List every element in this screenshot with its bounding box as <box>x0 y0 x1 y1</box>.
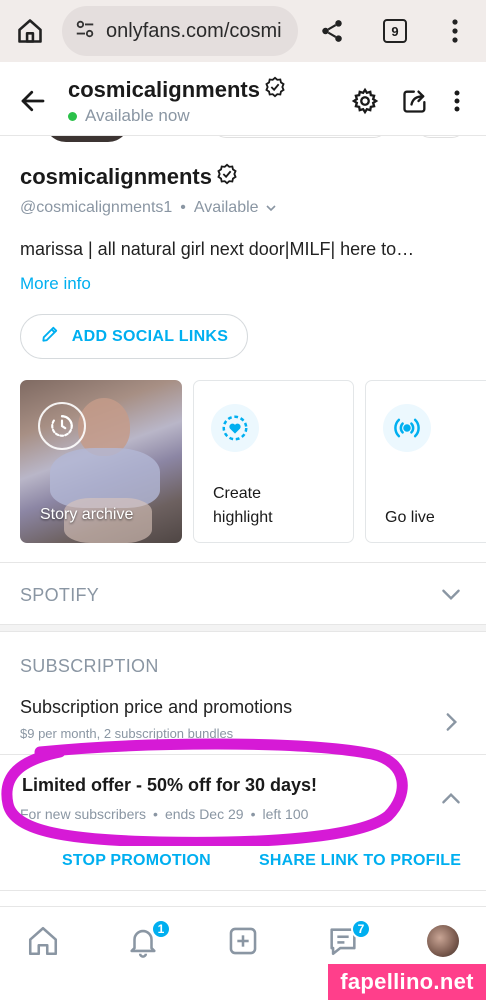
online-status: Available now <box>68 106 190 126</box>
profile-handle-row: @cosmicalignments1 • Available <box>20 199 277 217</box>
availability-label[interactable]: Available <box>194 199 259 217</box>
broadcast-icon <box>383 404 431 452</box>
notifications-badge: 1 <box>151 919 171 939</box>
subscription-section-title: SUBSCRIPTION <box>20 656 159 676</box>
profile-handle: @cosmicalignments1 <box>20 199 173 216</box>
offer-title[interactable]: Limited offer - 50% off for 30 days! <box>22 775 317 796</box>
home-icon[interactable] <box>26 924 60 958</box>
nav-home[interactable] <box>25 923 61 959</box>
home-icon[interactable] <box>12 13 48 49</box>
nav-notifications[interactable]: 1 <box>125 919 171 959</box>
spotify-section-title[interactable]: SPOTIFY <box>20 585 99 606</box>
separator-dot: • <box>250 806 256 822</box>
section-divider <box>0 624 486 632</box>
profile-header: cosmicalignments Available now <box>0 66 486 136</box>
go-live-label[interactable]: Go live <box>385 505 435 530</box>
avatar[interactable] <box>427 925 459 957</box>
plus-square-icon[interactable] <box>226 924 260 958</box>
more-options-icon[interactable] <box>440 84 474 118</box>
verified-icon <box>216 163 238 191</box>
more-info-link[interactable]: More info <box>20 274 91 294</box>
profile-bio: marissa | all natural girl next door|MIL… <box>20 239 415 259</box>
divider <box>0 890 486 891</box>
tab-count[interactable]: 9 <box>383 19 407 43</box>
create-highlight-card[interactable]: Create highlight <box>193 380 354 543</box>
subscription-price-subtitle: $9 per month, 2 subscription bundles <box>20 726 234 741</box>
add-social-links-label[interactable]: ADD SOCIAL LINKS <box>72 328 229 346</box>
story-archive-label[interactable]: Story archive <box>40 506 133 524</box>
online-dot <box>68 111 77 121</box>
heart-ring-icon <box>211 404 259 452</box>
menu-dots-icon[interactable] <box>437 13 473 49</box>
share-icon[interactable] <box>314 13 350 49</box>
add-social-links-button[interactable]: ADD SOCIAL LINKS <box>20 314 248 359</box>
chevron-down-icon[interactable] <box>265 202 277 214</box>
offer-audience: For new subscribers <box>20 806 147 822</box>
separator-dot: • <box>180 199 186 216</box>
chevron-down-icon[interactable] <box>438 581 464 607</box>
header-name: cosmicalignments <box>68 77 260 102</box>
settings-icon[interactable] <box>348 84 382 118</box>
share-link-button[interactable]: SHARE LINK TO PROFILE <box>259 852 461 870</box>
address-bar[interactable]: onlyfans.com/cosmi <box>62 6 298 56</box>
nav-messages[interactable]: 7 <box>325 919 371 959</box>
browser-toolbar: onlyfans.com/cosmi 9 <box>0 0 486 62</box>
nav-profile[interactable] <box>425 923 461 959</box>
tabs-icon[interactable]: 9 <box>377 13 413 49</box>
create-highlight-label-2[interactable]: highlight <box>213 505 273 530</box>
watermark: fapellino.net <box>328 964 486 1000</box>
messages-badge: 7 <box>351 919 371 939</box>
divider <box>0 754 486 755</box>
back-arrow-icon[interactable] <box>18 86 50 118</box>
offer-ends: ends Dec 29 <box>164 806 244 822</box>
status-text: Available now <box>85 106 190 125</box>
pencil-icon <box>40 324 60 349</box>
url-text[interactable]: onlyfans.com/cosmi <box>106 20 282 43</box>
create-highlight-label-1[interactable]: Create <box>213 481 261 506</box>
separator-dot: • <box>153 806 158 822</box>
offer-left: left 100 <box>262 806 309 822</box>
chevron-up-icon[interactable] <box>438 786 464 812</box>
verified-icon <box>264 76 286 104</box>
offer-details: For new subscribers • ends Dec 29 • left… <box>20 806 308 822</box>
header-name-row: cosmicalignments <box>68 76 286 104</box>
divider <box>0 562 486 563</box>
stop-promotion-button[interactable]: STOP PROMOTION <box>62 852 211 870</box>
availability-dropdown[interactable]: Available <box>194 199 277 217</box>
clock-icon <box>38 402 86 450</box>
subscription-price-title[interactable]: Subscription price and promotions <box>20 697 292 718</box>
profile-name-row: cosmicalignments <box>20 163 238 191</box>
share-profile-icon[interactable] <box>398 84 432 118</box>
go-live-card[interactable]: Go live <box>365 380 486 543</box>
story-archive-card[interactable]: Story archive <box>20 380 182 543</box>
profile-name: cosmicalignments <box>20 164 212 189</box>
chevron-right-icon[interactable] <box>438 709 464 735</box>
nav-new-post[interactable] <box>225 923 261 959</box>
tune-icon[interactable] <box>74 18 96 45</box>
